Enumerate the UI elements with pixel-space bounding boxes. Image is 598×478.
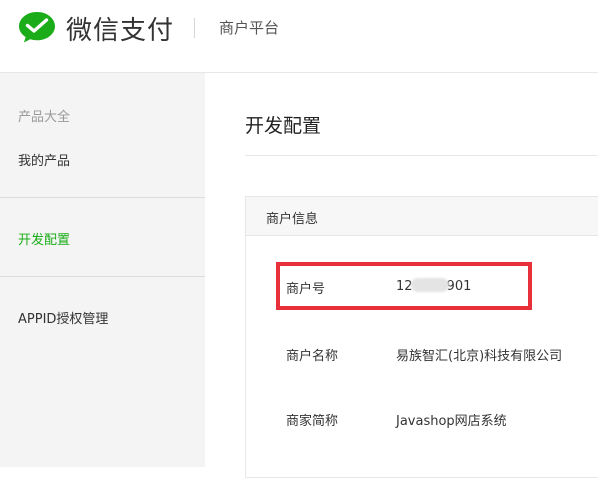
header-divider: [194, 18, 195, 38]
title-divider: [245, 155, 598, 156]
page-title: 开发配置: [245, 115, 322, 137]
wechat-pay-logo-icon: [19, 12, 55, 43]
sidebar-item-dev-config[interactable]: 开发配置: [18, 229, 70, 248]
sidebar-divider: [0, 276, 205, 277]
merchant-short-name-value: Javashop网店系统: [396, 414, 507, 429]
merchant-id-value: 12 901: [396, 278, 471, 294]
top-header: 微信支付 商户平台: [0, 0, 598, 73]
platform-name: 商户平台: [219, 19, 280, 37]
merchant-info-panel: 商户信息 商户号 12 901 商户名称 易族智汇(北京)科技有限公司 商家简称 …: [245, 196, 598, 478]
merchant-id-prefix: 12: [396, 279, 413, 294]
sidebar-divider: [0, 197, 205, 198]
sidebar-section-label: 产品大全: [18, 110, 71, 125]
merchant-name-label: 商户名称: [286, 349, 339, 364]
panel-header: 商户信息: [246, 197, 598, 236]
sidebar-item-appid-auth[interactable]: APPID授权管理: [18, 308, 108, 327]
masked-digits: [410, 278, 449, 292]
merchant-short-name-label: 商家简称: [286, 414, 339, 429]
sidebar: 产品大全 我的产品 开发配置 APPID授权管理: [0, 73, 205, 467]
sidebar-item-my-products[interactable]: 我的产品: [18, 150, 70, 169]
brand-name: 微信支付: [66, 16, 175, 46]
main-content: 开发配置 商户信息 商户号 12 901 商户名称 易族智汇(北京)科技有限公司 …: [205, 73, 598, 478]
panel-title: 商户信息: [266, 212, 319, 227]
merchant-id-suffix: 901: [446, 279, 472, 294]
merchant-id-label: 商户号: [286, 282, 326, 297]
merchant-name-value: 易族智汇(北京)科技有限公司: [396, 349, 563, 364]
